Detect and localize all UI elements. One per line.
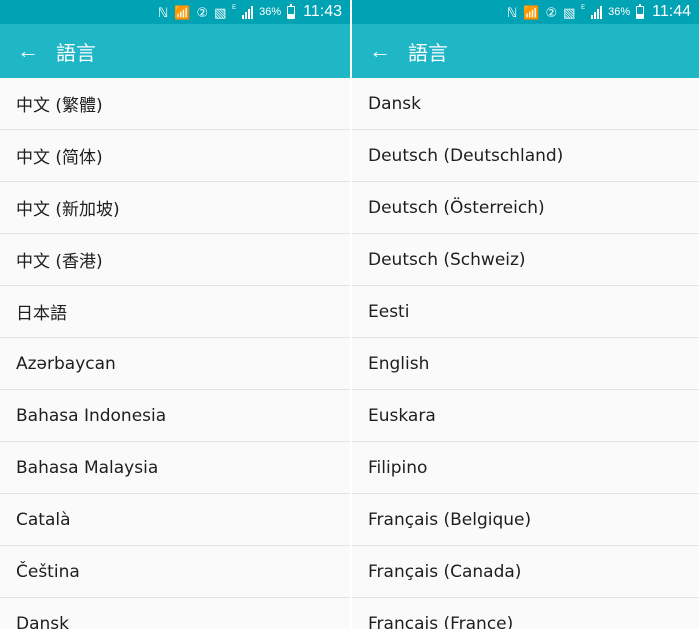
back-arrow-icon[interactable]: ← [0,40,56,62]
no-sim-icon: ▧ [214,4,227,20]
sim-2-icon: ② [545,4,558,20]
signal-icon [591,5,603,19]
battery-percentage: 36% [259,6,282,18]
language-item[interactable]: Bahasa Malaysia [0,442,350,494]
language-item[interactable]: English [352,338,699,390]
app-bar: ← 語言 [0,24,350,78]
clock: 11:43 [303,3,342,20]
signal-icon [242,5,254,19]
no-sim-icon: ▧ [563,4,576,20]
language-item[interactable]: Català [0,494,350,546]
wifi-calling-icon: 📶 [174,4,191,20]
language-item[interactable]: Azərbaycan [0,338,350,390]
language-item[interactable]: Dansk [352,78,699,130]
language-screen-left: ℕ 📶 ② ▧ ᴱ 36% 11:43 ← 語言 中文 (繁體) 中文 (简体)… [0,0,350,629]
language-item[interactable]: Filipino [352,442,699,494]
language-item[interactable]: Français (Belgique) [352,494,699,546]
status-bar: ℕ 📶 ② ▧ ᴱ 36% 11:44 [352,0,699,24]
language-item[interactable]: 中文 (简体) [0,130,350,182]
language-item[interactable]: 中文 (新加坡) [0,182,350,234]
language-item[interactable]: Euskara [352,390,699,442]
n-notification-icon: ℕ [506,4,518,20]
page-title: 語言 [408,40,448,65]
n-notification-icon: ℕ [157,4,169,20]
language-item[interactable]: 中文 (香港) [0,234,350,286]
page-title: 語言 [56,40,96,65]
battery-icon [287,3,296,19]
language-screen-right: ℕ 📶 ② ▧ ᴱ 36% 11:44 ← 語言 Dansk Deutsch (… [352,0,699,629]
back-arrow-icon[interactable]: ← [352,40,408,62]
language-item[interactable]: Deutsch (Österreich) [352,182,699,234]
network-type-icon: ᴱ [232,3,237,13]
wifi-calling-icon: 📶 [523,4,540,20]
language-item[interactable]: Bahasa Indonesia [0,390,350,442]
app-bar: ← 語言 [352,24,699,78]
language-list: Dansk Deutsch (Deutschland) Deutsch (Öst… [352,78,699,629]
language-item[interactable]: Eesti [352,286,699,338]
language-item[interactable]: 中文 (繁體) [0,78,350,130]
language-list: 中文 (繁體) 中文 (简体) 中文 (新加坡) 中文 (香港) 日本語 Azə… [0,78,350,629]
language-item[interactable]: Dansk [0,598,350,629]
language-item[interactable]: 日本語 [0,286,350,338]
network-type-icon: ᴱ [581,3,586,13]
language-item[interactable]: Deutsch (Schweiz) [352,234,699,286]
language-item[interactable]: Čeština [0,546,350,598]
language-item[interactable]: Deutsch (Deutschland) [352,130,699,182]
battery-percentage: 36% [608,6,631,18]
battery-icon [636,3,645,19]
status-bar: ℕ 📶 ② ▧ ᴱ 36% 11:43 [0,0,350,24]
sim-2-icon: ② [196,4,209,20]
clock: 11:44 [652,3,691,20]
language-item[interactable]: Français (France) [352,598,699,629]
language-item[interactable]: Français (Canada) [352,546,699,598]
